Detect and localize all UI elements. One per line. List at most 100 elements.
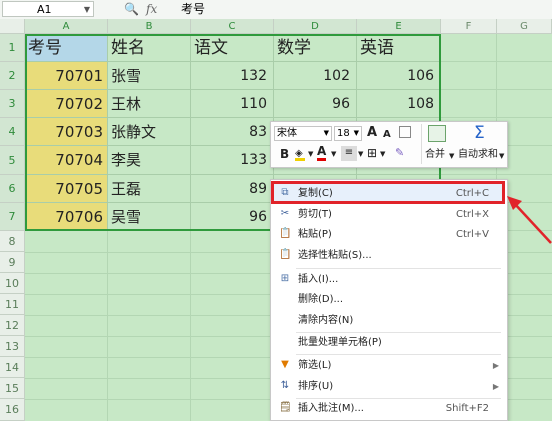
header-cell-english[interactable]: 英语 [357,34,441,62]
table-cell[interactable]: 张静文 [108,118,191,146]
table-cell[interactable]: 张雪 [108,62,191,90]
row-header[interactable]: 2 [0,62,25,90]
clear-format-icon[interactable] [399,126,411,138]
row-header[interactable]: 9 [0,252,25,273]
table-cell[interactable]: 96 [274,90,357,118]
row-header[interactable]: 7 [0,203,25,231]
row-header[interactable]: 14 [0,357,25,378]
row-header[interactable]: 10 [0,273,25,294]
chevron-down-icon[interactable]: ▼ [380,147,385,161]
table-cell[interactable]: 110 [191,90,274,118]
formula-bar: A1 ▼ 🔍 fx 考号 [0,0,552,20]
menu-item-insert-comment[interactable]: 🗒 插入批注(M)... Shift+F2 [271,399,505,418]
chevron-down-icon: ▼ [353,129,359,137]
font-size-select[interactable]: 18 ▼ [334,126,362,141]
row-header[interactable]: 15 [0,378,25,399]
table-cell[interactable]: 70706 [25,203,108,231]
highlight-box [271,181,505,204]
submenu-arrow-icon: ▶ [492,382,499,391]
font-color-button[interactable]: A [317,145,327,161]
table-cell[interactable]: 108 [357,90,441,118]
bold-button[interactable]: B [280,147,289,161]
column-header-c[interactable]: C [191,19,274,34]
font-name-select[interactable]: 宋体 ▼ [274,126,332,141]
row-header[interactable]: 3 [0,90,25,118]
column-header-f[interactable]: F [441,19,497,34]
table-cell[interactable]: 89 [191,175,274,203]
select-all-corner[interactable] [0,19,25,34]
menu-item-label: 选择性粘贴(S)... [298,250,372,261]
table-cell[interactable]: 106 [357,62,441,90]
column-header-b[interactable]: B [108,19,191,34]
header-cell-math[interactable]: 数学 [274,34,357,62]
row-header[interactable]: 13 [0,336,25,357]
chevron-down-icon[interactable]: ▼ [358,147,363,161]
row-header[interactable]: 1 [0,34,25,62]
table-cell[interactable]: 70703 [25,118,108,146]
menu-item-clear-contents[interactable]: 清除内容(N) [271,311,505,330]
merge-icon[interactable] [428,125,446,142]
chevron-down-icon[interactable]: ▼ [308,147,313,161]
merge-button[interactable]: 合并 [425,148,445,162]
format-painter-icon[interactable]: ✎ [395,146,404,160]
menu-divider [296,354,501,355]
table-cell[interactable]: 吴雪 [108,203,191,231]
row-header[interactable]: 11 [0,294,25,315]
submenu-arrow-icon: ▶ [492,361,499,370]
column-header-d[interactable]: D [274,19,357,34]
header-cell-id[interactable]: 考号 [25,34,108,62]
fill-color-icon[interactable]: ◈ [295,147,305,161]
table-cell[interactable]: 132 [191,62,274,90]
menu-item-cut[interactable]: ✂ 剪切(T) Ctrl+X [271,205,505,224]
table-cell[interactable]: 96 [191,203,274,231]
row-header[interactable]: 6 [0,175,25,203]
table-cell[interactable]: 王林 [108,90,191,118]
menu-item-filter[interactable]: ▼ 筛选(L) ▶ [271,356,505,375]
menu-item-label: 排序(U) [298,381,334,392]
align-center-icon[interactable]: ≡ [341,146,357,161]
table-cell[interactable]: 70705 [25,175,108,203]
menu-item-batch-process[interactable]: 批量处理单元格(P) [271,333,505,352]
row-header[interactable]: 4 [0,118,25,146]
row-header[interactable]: 16 [0,399,25,421]
shrink-font-button[interactable]: A [383,128,391,142]
chevron-down-icon[interactable]: ▼ [449,149,454,163]
chevron-down-icon[interactable]: ▼ [499,149,504,163]
column-header-a[interactable]: A [25,19,108,34]
filter-icon: ▼ [281,359,289,370]
menu-item-label: 插入(I)... [298,274,339,285]
chevron-down-icon[interactable]: ▼ [84,2,90,18]
header-cell-chinese[interactable]: 语文 [191,34,274,62]
menu-item-paste[interactable]: 📋 粘贴(P) Ctrl+V [271,225,505,244]
chevron-down-icon[interactable]: ▼ [331,147,336,161]
row-header[interactable]: 12 [0,315,25,336]
zoom-icon[interactable]: 🔍 [124,1,139,17]
table-cell[interactable]: 70702 [25,90,108,118]
column-header-g[interactable]: G [497,19,552,34]
table-cell[interactable]: 70704 [25,146,108,175]
table-cell[interactable]: 70701 [25,62,108,90]
menu-item-paste-special[interactable]: 📋 选择性粘贴(S)... [271,246,505,265]
table-cell[interactable]: 王磊 [108,175,191,203]
name-box[interactable]: A1 ▼ [2,1,94,17]
column-header-e[interactable]: E [357,19,441,34]
table-cell[interactable]: 133 [191,146,274,175]
paste-icon: 📋 [279,228,292,239]
menu-item-insert[interactable]: ⊞ 插入(I)... [271,270,505,289]
sigma-icon[interactable]: Σ [474,123,485,143]
table-cell[interactable]: 102 [274,62,357,90]
grow-font-button[interactable]: A [367,126,377,140]
menu-item-sort[interactable]: ⇅ 排序(U) ▶ [271,377,505,396]
row-header[interactable]: 8 [0,231,25,252]
function-icon[interactable]: fx [146,1,157,17]
table-cell[interactable]: 李昊 [108,146,191,175]
menu-item-label: 删除(D)... [298,294,344,305]
formula-input[interactable]: 考号 [181,1,205,17]
table-cell[interactable]: 83 [191,118,274,146]
autosum-button[interactable]: 自动求和 [458,148,498,162]
row-header[interactable]: 5 [0,146,25,175]
insert-icon: ⊞ [280,273,290,284]
border-icon[interactable]: ⊞ [367,146,377,160]
header-cell-name[interactable]: 姓名 [108,34,191,62]
menu-item-delete[interactable]: 删除(D)... [271,290,505,309]
